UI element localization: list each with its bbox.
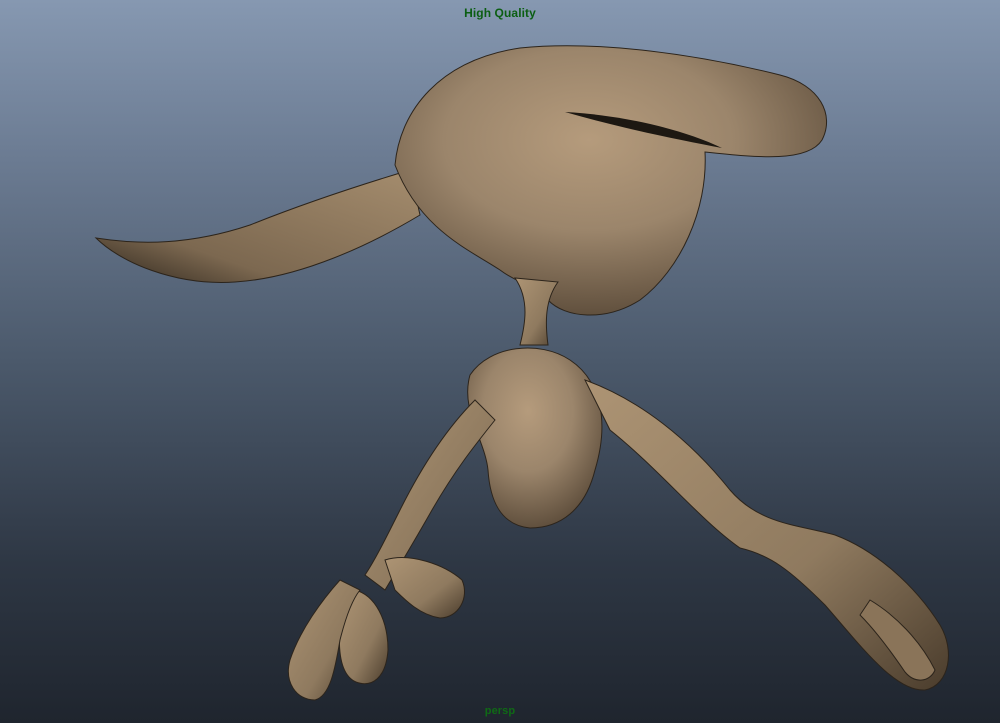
neck	[513, 277, 559, 346]
tail-spike	[94, 169, 421, 283]
left-leg	[364, 399, 496, 591]
head-body	[394, 45, 827, 316]
left-foot-toe-rear	[384, 557, 465, 619]
3d-viewport[interactable]: High Quality persp	[0, 0, 1000, 723]
lower-body	[467, 347, 603, 529]
camera-label: persp	[484, 705, 516, 717]
wooden-creature-model[interactable]	[0, 0, 1000, 723]
